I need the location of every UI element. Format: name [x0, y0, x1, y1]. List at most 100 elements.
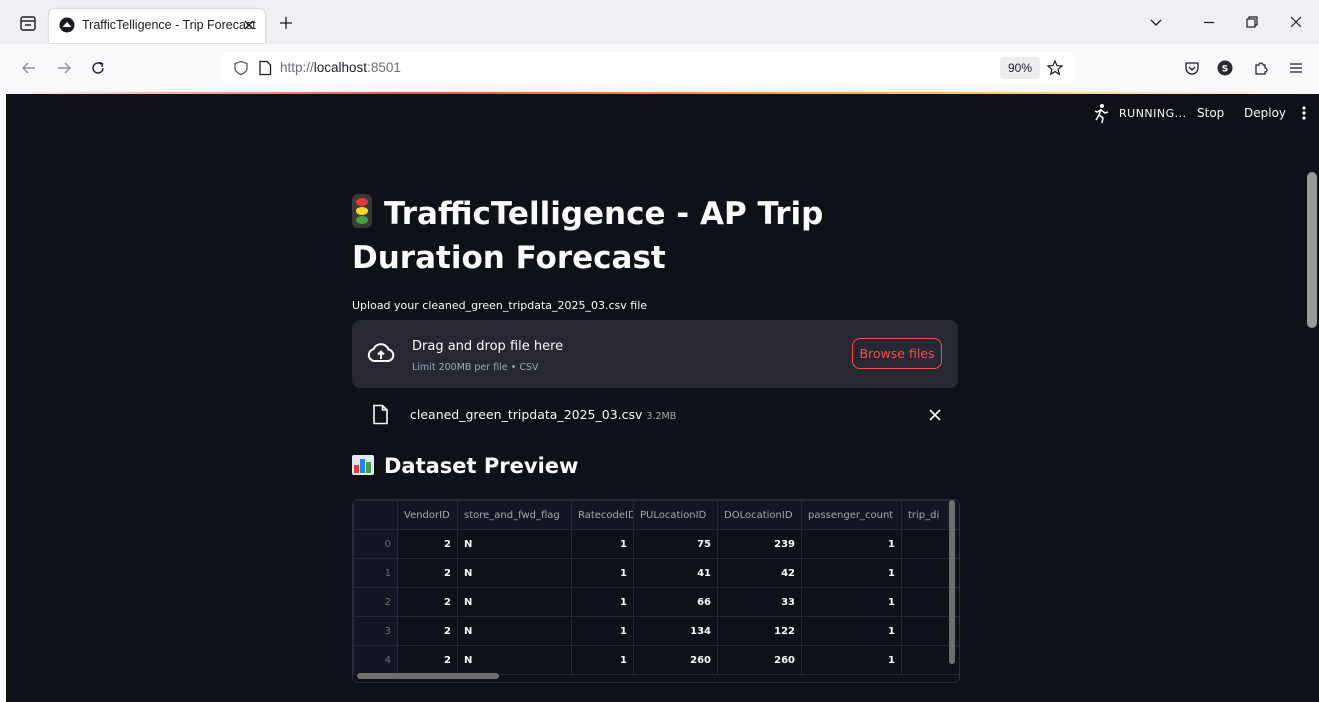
- reload-icon[interactable]: [89, 59, 107, 77]
- table-cell[interactable]: N: [457, 529, 572, 559]
- column-header-passenger-count[interactable]: passenger_count: [801, 500, 902, 530]
- hamburger-menu-icon[interactable]: [1287, 59, 1305, 77]
- table-cell[interactable]: 1: [571, 558, 634, 588]
- running-man-icon: [1094, 104, 1109, 124]
- zoom-level-badge[interactable]: 90%: [1000, 57, 1041, 79]
- back-arrow-icon[interactable]: [20, 59, 38, 77]
- stop-button[interactable]: Stop: [1197, 106, 1224, 120]
- table-cell[interactable]: 1: [801, 558, 902, 588]
- tab-title: TrafficTelligence - Trip Forecast: [82, 18, 256, 32]
- column-header-pulocationid[interactable]: PULocationID: [633, 500, 718, 530]
- table-cell[interactable]: 2: [397, 616, 458, 646]
- table-cell[interactable]: 42: [717, 558, 802, 588]
- streamlit-app: RUNNING... Stop Deploy TrafficTelligence…: [6, 94, 1319, 702]
- table-row: 1 2 N 1 41 42 1: [353, 558, 959, 588]
- running-status: RUNNING...: [1119, 107, 1187, 120]
- streamlit-favicon-icon: [59, 17, 75, 33]
- table-cell[interactable]: N: [457, 558, 572, 588]
- table-cell[interactable]: 1: [801, 529, 902, 559]
- table-cell[interactable]: 1: [571, 616, 634, 646]
- table-row: 0 2 N 1 75 239 1: [353, 529, 959, 559]
- table-cell[interactable]: 1: [571, 587, 634, 617]
- url-text[interactable]: http://localhost:8501: [280, 60, 401, 75]
- account-avatar-icon[interactable]: S: [1216, 59, 1234, 77]
- close-window-icon[interactable]: [1287, 13, 1305, 31]
- browser-tab-bar: TrafficTelligence - Trip Forecast: [0, 0, 1319, 44]
- row-index: 4: [353, 645, 398, 675]
- pocket-icon[interactable]: [1183, 59, 1201, 77]
- table-row: 3 2 N 1 134 122 1: [353, 616, 959, 646]
- table-cell[interactable]: 1: [571, 529, 634, 559]
- table-cell[interactable]: 239: [717, 529, 802, 559]
- table-cell[interactable]: 66: [633, 587, 718, 617]
- dropzone-limit: Limit 200MB per file • CSV: [412, 362, 539, 373]
- list-all-tabs-icon[interactable]: [1147, 13, 1165, 31]
- browse-files-button[interactable]: Browse files: [852, 338, 942, 369]
- table-cell[interactable]: 33: [717, 587, 802, 617]
- uploaded-file-size: 3.2MB: [646, 411, 677, 422]
- extensions-puzzle-icon[interactable]: [1252, 59, 1270, 77]
- bar-chart-icon: [352, 455, 374, 475]
- table-cell[interactable]: 2: [397, 558, 458, 588]
- table-cell[interactable]: N: [457, 616, 572, 646]
- page-scrollbar[interactable]: [1305, 134, 1319, 702]
- table-cell[interactable]: 2: [397, 587, 458, 617]
- column-header-store-and-fwd-flag[interactable]: store_and_fwd_flag: [457, 500, 572, 530]
- new-tab-icon[interactable]: [276, 13, 296, 33]
- cloud-upload-icon: [367, 343, 395, 362]
- row-index: 1: [353, 558, 398, 588]
- forward-arrow-icon[interactable]: [55, 59, 73, 77]
- table-header-row: VendorID store_and_fwd_flag RatecodeID P…: [353, 500, 959, 530]
- table-cell[interactable]: 260: [633, 645, 718, 675]
- row-index: 2: [353, 587, 398, 617]
- main-menu-kebab-icon[interactable]: [1297, 105, 1311, 121]
- page-info-icon[interactable]: [258, 60, 272, 76]
- minimize-window-icon[interactable]: [1200, 13, 1218, 31]
- table-cell[interactable]: 41: [633, 558, 718, 588]
- table-row: 2 2 N 1 66 33 1: [353, 587, 959, 617]
- table-cell[interactable]: 1: [801, 616, 902, 646]
- browser-nav-bar: http://localhost:8501 90% S: [0, 44, 1319, 93]
- dataset-preview-heading: Dataset Preview: [352, 454, 578, 478]
- table-cell[interactable]: 260: [717, 645, 802, 675]
- dataframe-horizontal-scrollbar[interactable]: [357, 673, 499, 679]
- uploaded-file-name: cleaned_green_tripdata_2025_03.csv 3.2MB: [410, 407, 677, 422]
- table-cell[interactable]: 2: [397, 645, 458, 675]
- browser-tab[interactable]: TrafficTelligence - Trip Forecast: [49, 9, 265, 43]
- row-index: 3: [353, 616, 398, 646]
- table-cell[interactable]: 1: [801, 587, 902, 617]
- tab-list-icon[interactable]: [18, 13, 38, 33]
- table-cell[interactable]: 1: [571, 645, 634, 675]
- page-title: TrafficTelligence - AP Trip Duration For…: [352, 194, 824, 276]
- table-row: 4 2 N 1 260 260 1: [353, 645, 959, 675]
- dataframe-table: VendorID store_and_fwd_flag RatecodeID P…: [353, 500, 959, 675]
- svg-text:S: S: [1222, 65, 1228, 75]
- app-toolbar: RUNNING... Stop Deploy: [1079, 94, 1319, 134]
- column-header-ratecodeid[interactable]: RatecodeID: [571, 500, 634, 530]
- table-cell[interactable]: 134: [633, 616, 718, 646]
- remove-file-icon[interactable]: [928, 408, 942, 422]
- tracking-shield-icon[interactable]: [233, 60, 249, 76]
- page-scrollbar-thumb[interactable]: [1307, 172, 1317, 328]
- dataframe-vertical-scrollbar[interactable]: [949, 500, 955, 664]
- table-cell[interactable]: 2: [397, 529, 458, 559]
- restore-window-icon[interactable]: [1243, 13, 1261, 31]
- table-cell[interactable]: N: [457, 587, 572, 617]
- column-header-vendorid[interactable]: VendorID: [397, 500, 458, 530]
- uploaded-file-row: cleaned_green_tripdata_2025_03.csv 3.2MB: [352, 400, 958, 432]
- address-bar[interactable]: http://localhost:8501 90%: [222, 52, 1074, 84]
- deploy-button[interactable]: Deploy: [1244, 106, 1286, 120]
- table-cell[interactable]: 1: [801, 645, 902, 675]
- dataframe-preview[interactable]: VendorID store_and_fwd_flag RatecodeID P…: [352, 499, 960, 683]
- column-header[interactable]: [353, 500, 398, 530]
- table-cell[interactable]: N: [457, 645, 572, 675]
- tab-close-icon[interactable]: [239, 15, 259, 35]
- table-cell[interactable]: 75: [633, 529, 718, 559]
- file-icon: [373, 404, 388, 425]
- row-index: 0: [353, 529, 398, 559]
- bookmark-star-icon[interactable]: [1046, 59, 1064, 77]
- traffic-light-icon: [352, 194, 372, 228]
- file-dropzone[interactable]: Drag and drop file here Limit 200MB per …: [352, 320, 958, 388]
- table-cell[interactable]: 122: [717, 616, 802, 646]
- column-header-dolocationid[interactable]: DOLocationID: [717, 500, 802, 530]
